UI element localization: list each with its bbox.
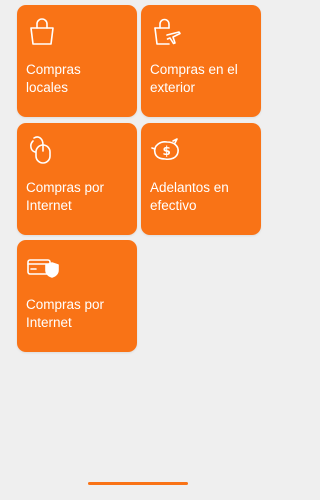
tile-compras-locales[interactable]: Compras locales (17, 5, 137, 117)
tile-adelantos-efectivo[interactable]: $ Adelantos en efectivo (141, 123, 261, 235)
computer-mouse-icon (25, 133, 59, 167)
shopping-bag-icon (25, 15, 59, 49)
home-indicator (88, 482, 188, 485)
tile-label: Compras locales (26, 62, 81, 95)
secure-card-icon (25, 250, 59, 284)
piggy-bank-dollar-icon: $ (149, 133, 183, 167)
shopping-bag-airplane-icon (149, 15, 183, 49)
tile-compras-internet[interactable]: Compras por Internet (17, 123, 137, 235)
svg-text:$: $ (163, 144, 171, 158)
tile-compras-exterior[interactable]: Compras en el exterior (141, 5, 261, 117)
tile-label: Compras por Internet (26, 180, 105, 213)
tile-compras-internet-secure[interactable]: Compras por Internet (17, 240, 137, 352)
tile-label: Adelantos en efectivo (150, 180, 229, 213)
tile-label: Compras en el exterior (150, 62, 238, 95)
tile-label: Compras por Internet (26, 297, 105, 330)
